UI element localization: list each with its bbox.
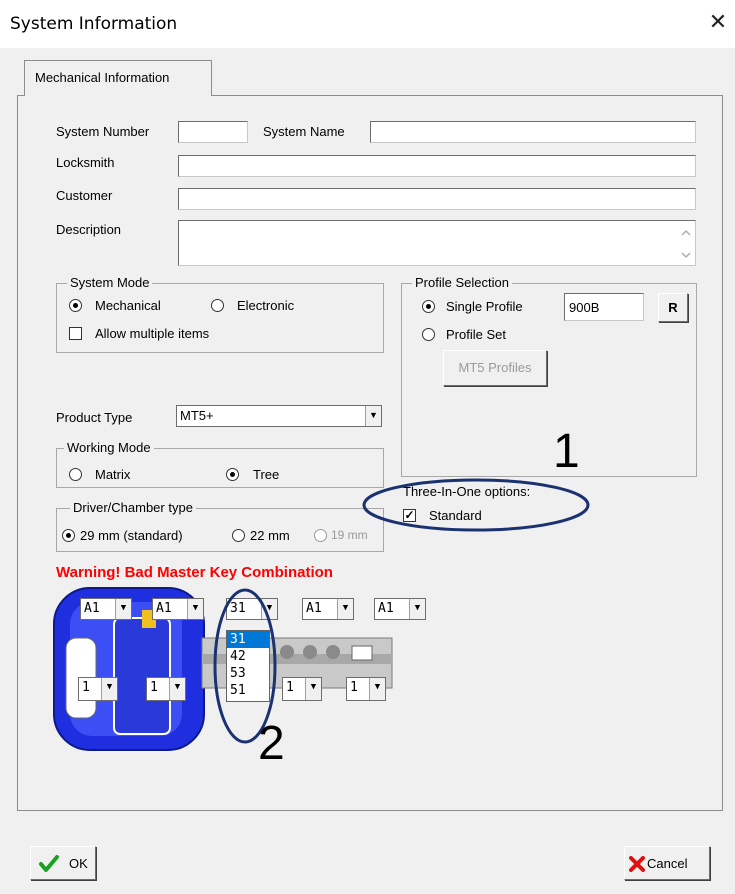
red-x-icon bbox=[629, 856, 645, 872]
mechanical-label: Mechanical bbox=[95, 298, 161, 313]
tab-mechanical-information[interactable]: Mechanical Information bbox=[24, 60, 212, 96]
description-scrollbar[interactable] bbox=[678, 222, 694, 264]
green-check-icon bbox=[39, 855, 59, 872]
single-profile-radio[interactable] bbox=[422, 300, 435, 313]
mt5-profiles-button[interactable]: MT5 Profiles bbox=[443, 350, 547, 386]
product-type-dropdown[interactable]: MT5+ ▼ bbox=[176, 405, 382, 427]
single-profile-label: Single Profile bbox=[446, 299, 523, 314]
close-icon[interactable]: ✕ bbox=[706, 10, 730, 34]
allow-multiple-label: Allow multiple items bbox=[95, 326, 210, 341]
top-dropdown-5[interactable]: A1 ▼ bbox=[374, 598, 426, 620]
bottom-dropdown-2[interactable]: 1 ▼ bbox=[146, 677, 186, 701]
description-label: Description bbox=[56, 222, 122, 237]
customer-input[interactable] bbox=[178, 188, 696, 210]
r-button[interactable]: R bbox=[658, 293, 688, 322]
annotation-number-2: 2 bbox=[258, 717, 285, 770]
top-dropdown-5-value: A1 bbox=[378, 601, 394, 616]
radio-22mm[interactable] bbox=[232, 529, 245, 542]
tree-label: Tree bbox=[253, 467, 280, 482]
chevron-down-icon: ▼ bbox=[365, 406, 381, 426]
bottom-dropdown-4-value: 1 bbox=[350, 680, 358, 695]
profile-set-radio[interactable] bbox=[422, 328, 435, 341]
system-number-input[interactable] bbox=[178, 121, 248, 143]
ok-label: OK bbox=[69, 856, 88, 871]
electronic-label: Electronic bbox=[237, 298, 295, 313]
locksmith-label: Locksmith bbox=[56, 155, 115, 170]
chevron-down-icon: ▼ bbox=[187, 599, 203, 619]
label-29mm: 29 mm (standard) bbox=[80, 528, 183, 543]
label-22mm: 22 mm bbox=[250, 528, 290, 543]
bottom-dropdown-2-value: 1 bbox=[150, 680, 158, 695]
customer-label: Customer bbox=[56, 188, 113, 203]
driver-chamber-title: Driver/Chamber type bbox=[70, 500, 196, 515]
tree-radio[interactable] bbox=[226, 468, 239, 481]
system-name-label: System Name bbox=[263, 124, 345, 139]
top-dropdown-2[interactable]: A1 ▼ bbox=[152, 598, 204, 620]
system-number-label: System Number bbox=[56, 124, 150, 139]
profile-set-label: Profile Set bbox=[446, 327, 506, 342]
radio-19mm[interactable] bbox=[314, 529, 327, 542]
single-profile-input[interactable]: 900B bbox=[564, 293, 644, 321]
annotation-number-1: 1 bbox=[553, 425, 580, 478]
top-dropdown-4[interactable]: A1 ▼ bbox=[302, 598, 354, 620]
matrix-label: Matrix bbox=[95, 467, 131, 482]
chevron-down-icon: ▼ bbox=[337, 599, 353, 619]
scrollbar-arrows-icon bbox=[681, 229, 691, 259]
profile-selection-title: Profile Selection bbox=[412, 275, 512, 290]
top-dropdown-2-value: A1 bbox=[156, 601, 172, 616]
system-mode-group bbox=[56, 283, 384, 353]
annotation-ellipse-1 bbox=[362, 478, 590, 532]
system-name-input[interactable] bbox=[370, 121, 696, 143]
warning-text: Warning! Bad Master Key Combination bbox=[56, 564, 333, 581]
chevron-down-icon: ▼ bbox=[369, 678, 385, 700]
top-dropdown-1-value: A1 bbox=[84, 601, 100, 616]
bottom-dropdown-4[interactable]: 1 ▼ bbox=[346, 677, 386, 701]
system-mode-title: System Mode bbox=[67, 275, 153, 290]
mechanical-radio[interactable] bbox=[69, 299, 82, 312]
bottom-dropdown-3[interactable]: 1 ▼ bbox=[282, 677, 322, 701]
electronic-radio[interactable] bbox=[211, 299, 224, 312]
top-dropdown-1[interactable]: A1 ▼ bbox=[80, 598, 132, 620]
ok-button[interactable]: OK bbox=[30, 846, 96, 880]
cancel-label: Cancel bbox=[647, 856, 688, 871]
top-dropdown-4-value: A1 bbox=[306, 601, 322, 616]
description-textarea[interactable] bbox=[178, 220, 696, 266]
product-type-value: MT5+ bbox=[180, 408, 214, 423]
bottom-dropdown-3-value: 1 bbox=[286, 680, 294, 695]
chevron-down-icon: ▼ bbox=[305, 678, 321, 700]
matrix-radio[interactable] bbox=[69, 468, 82, 481]
locksmith-input[interactable] bbox=[178, 155, 696, 177]
bottom-dropdown-1-value: 1 bbox=[82, 680, 90, 695]
allow-multiple-checkbox[interactable] bbox=[69, 327, 82, 340]
radio-29mm[interactable] bbox=[62, 529, 75, 542]
cancel-button[interactable]: Cancel bbox=[624, 846, 710, 880]
chevron-down-icon: ▼ bbox=[101, 678, 117, 700]
window-title: System Information bbox=[10, 14, 178, 34]
product-type-label: Product Type bbox=[56, 410, 133, 425]
chevron-down-icon: ▼ bbox=[115, 599, 131, 619]
bottom-dropdown-1[interactable]: 1 ▼ bbox=[78, 677, 118, 701]
chevron-down-icon: ▼ bbox=[409, 599, 425, 619]
chevron-down-icon: ▼ bbox=[169, 678, 185, 700]
working-mode-title: Working Mode bbox=[64, 440, 154, 455]
